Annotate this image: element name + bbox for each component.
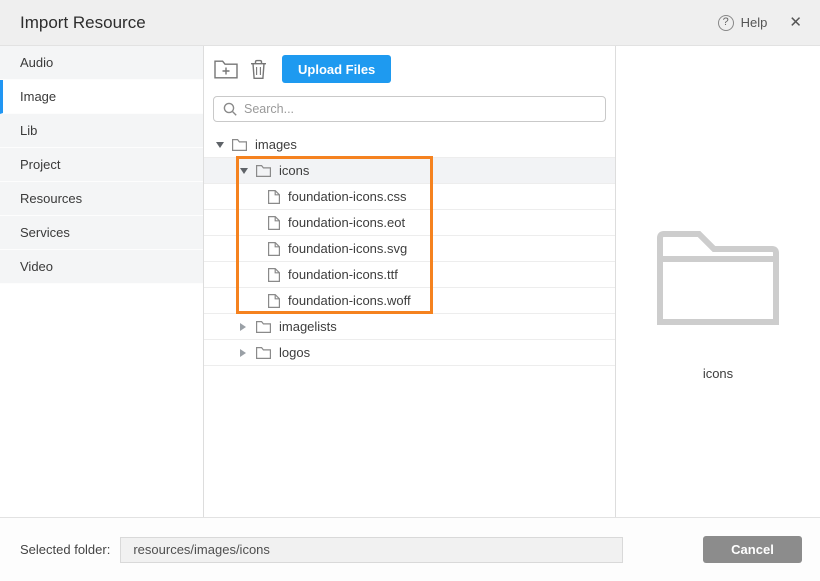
tree-row-label: foundation-icons.eot	[288, 215, 405, 230]
dialog-header: Import Resource ? Help ✕	[0, 0, 820, 46]
import-resource-dialog: Import Resource ? Help ✕ Audio Image Lib…	[0, 0, 820, 581]
file-icon	[268, 294, 280, 308]
tree-row-label: icons	[279, 163, 309, 178]
preview-panel: icons	[616, 46, 820, 517]
file-icon	[268, 268, 280, 282]
folder-icon	[256, 165, 271, 177]
tree-row-file[interactable]: foundation-icons.ttf	[204, 262, 615, 288]
sidebar-item-audio[interactable]: Audio	[0, 46, 203, 80]
dialog-body: Audio Image Lib Project Resources Servic…	[0, 46, 820, 517]
expand-caret-icon[interactable]	[216, 142, 232, 148]
tree-row-imagelists[interactable]: imagelists	[204, 314, 615, 340]
help-button[interactable]: ? Help	[718, 15, 768, 31]
new-folder-icon	[214, 59, 238, 79]
file-icon	[268, 190, 280, 204]
sidebar-item-image[interactable]: Image	[0, 80, 203, 114]
collapse-caret-icon[interactable]	[240, 323, 256, 331]
tree-row-icons[interactable]: icons	[204, 158, 615, 184]
tree-row-label: images	[255, 137, 297, 152]
category-sidebar: Audio Image Lib Project Resources Servic…	[0, 46, 204, 517]
tree-row-label: foundation-icons.woff	[288, 293, 411, 308]
tree-row-logos[interactable]: logos	[204, 340, 615, 366]
trash-icon	[250, 59, 267, 80]
expand-caret-icon[interactable]	[240, 168, 256, 174]
file-browser-panel: Upload Files images	[204, 46, 616, 517]
dialog-footer: Selected folder: Cancel	[0, 517, 820, 581]
help-label: Help	[741, 15, 768, 30]
folder-icon	[256, 347, 271, 359]
sidebar-item-project[interactable]: Project	[0, 148, 203, 182]
collapse-caret-icon[interactable]	[240, 349, 256, 357]
selected-folder-label: Selected folder:	[20, 542, 110, 557]
tree-row-label: imagelists	[279, 319, 337, 334]
tree-row-file[interactable]: foundation-icons.eot	[204, 210, 615, 236]
sidebar-item-video[interactable]: Video	[0, 250, 203, 284]
tree-row-file[interactable]: foundation-icons.css	[204, 184, 615, 210]
file-tree: images icons foundation-icons.css	[204, 132, 615, 366]
tree-row-file[interactable]: foundation-icons.woff	[204, 288, 615, 314]
tree-row-label: foundation-icons.css	[288, 189, 407, 204]
tree-row-label: foundation-icons.ttf	[288, 267, 398, 282]
folder-icon	[256, 321, 271, 333]
tree-row-images[interactable]: images	[204, 132, 615, 158]
large-folder-icon	[657, 231, 779, 330]
page-title: Import Resource	[20, 13, 146, 33]
cancel-button[interactable]: Cancel	[703, 536, 802, 563]
delete-button[interactable]	[244, 55, 272, 83]
search-input[interactable]	[244, 102, 596, 116]
folder-icon	[232, 139, 247, 151]
sidebar-item-lib[interactable]: Lib	[0, 114, 203, 148]
sidebar-item-resources[interactable]: Resources	[0, 182, 203, 216]
upload-files-button[interactable]: Upload Files	[282, 55, 391, 83]
close-icon[interactable]: ✕	[789, 15, 802, 30]
search-icon	[223, 102, 237, 116]
selected-folder-input[interactable]	[120, 537, 623, 563]
new-folder-button[interactable]	[212, 55, 240, 83]
help-icon: ?	[718, 15, 734, 31]
tree-row-label: foundation-icons.svg	[288, 241, 407, 256]
preview-folder-name: icons	[703, 366, 733, 381]
search-box	[213, 96, 606, 122]
file-icon	[268, 242, 280, 256]
tree-row-file[interactable]: foundation-icons.svg	[204, 236, 615, 262]
tree-row-label: logos	[279, 345, 310, 360]
sidebar-item-services[interactable]: Services	[0, 216, 203, 250]
toolbar: Upload Files	[204, 46, 615, 83]
header-actions: ? Help ✕	[718, 15, 802, 31]
file-icon	[268, 216, 280, 230]
